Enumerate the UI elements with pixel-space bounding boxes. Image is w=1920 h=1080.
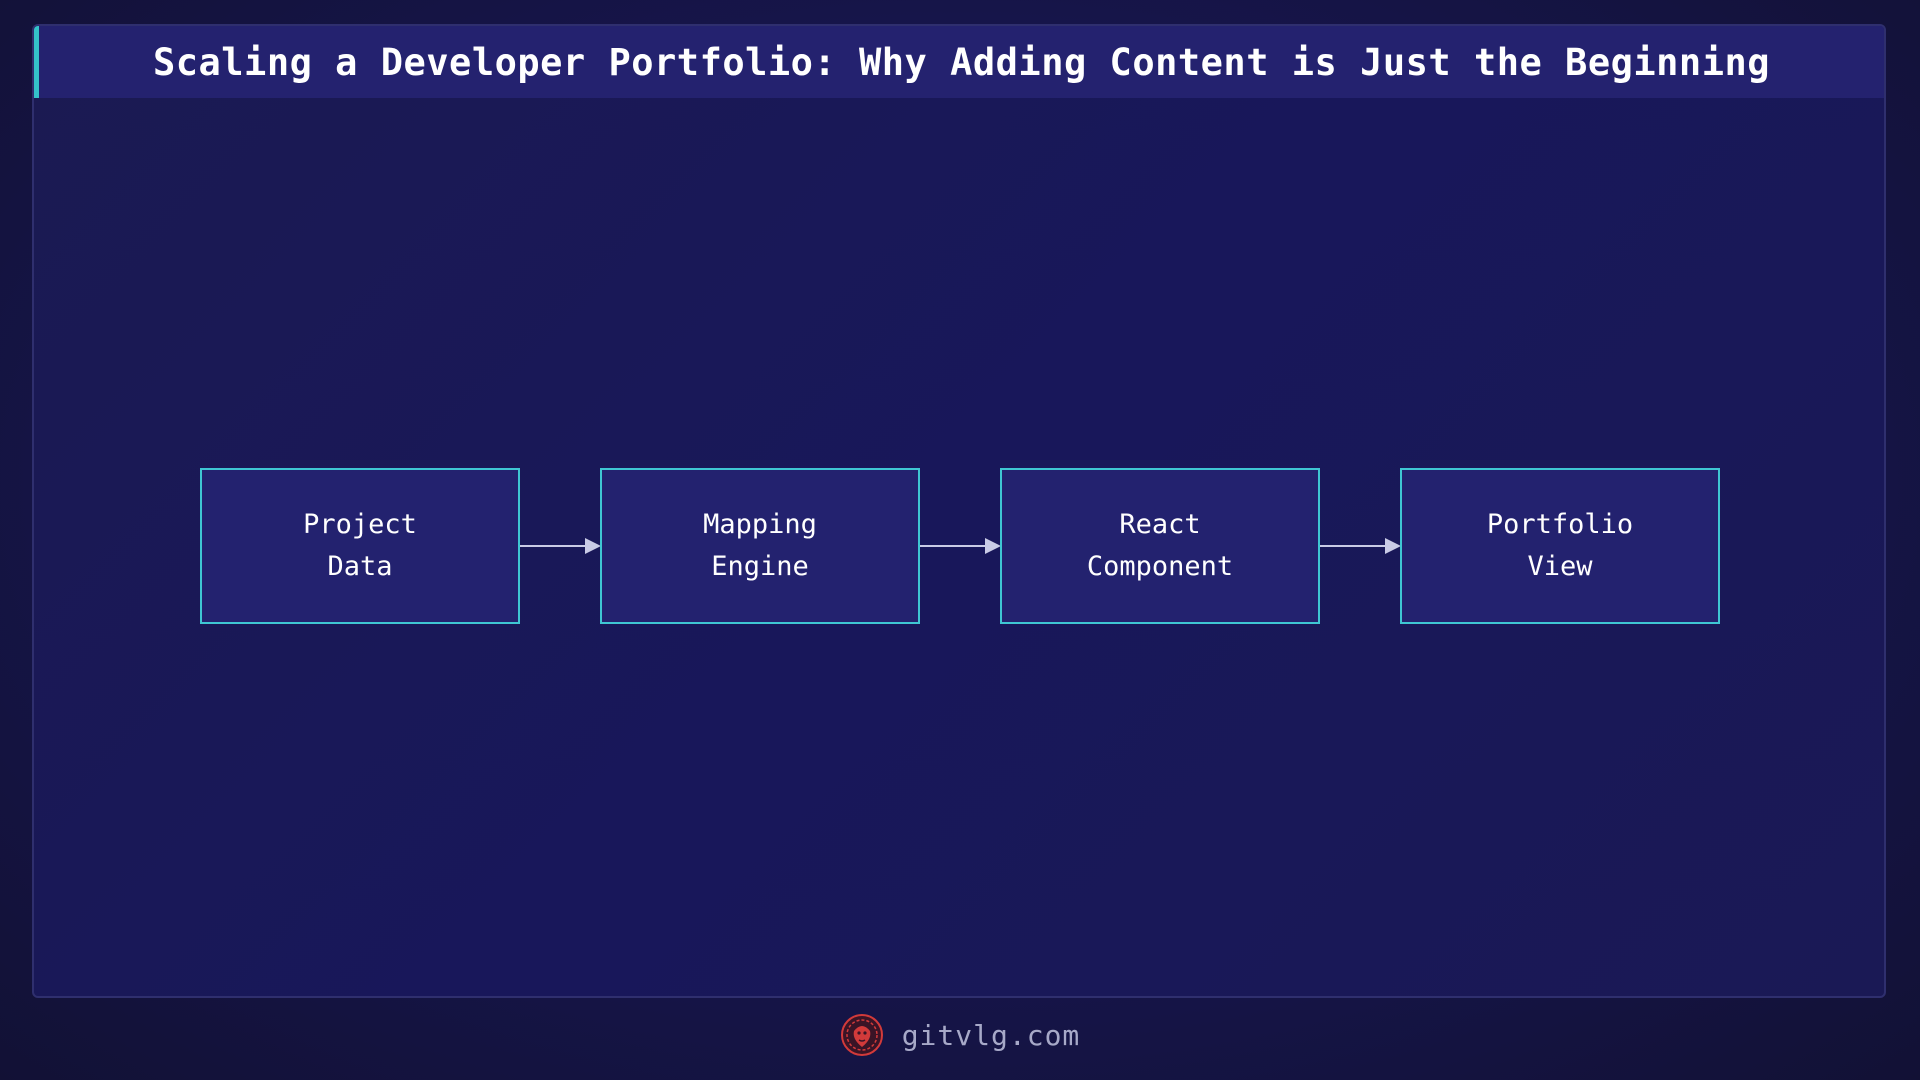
node-label: React Component [1086, 509, 1234, 582]
page: Scaling a Developer Portfolio: Why Addin… [0, 0, 1920, 1080]
node-mapping-engine[interactable]: Mapping Engine [600, 468, 920, 624]
node-label: Mapping Engine [703, 509, 817, 582]
node-label: Project Data [303, 509, 417, 582]
site-url[interactable]: gitvlg.com [902, 1019, 1081, 1052]
title-bar: Scaling a Developer Portfolio: Why Addin… [34, 26, 1884, 98]
node-project-data[interactable]: Project Data [200, 468, 520, 624]
footer: gitvlg.com [0, 1010, 1920, 1060]
page-title: Scaling a Developer Portfolio: Why Addin… [152, 40, 1771, 84]
node-portfolio-view[interactable]: Portfolio View [1400, 468, 1720, 624]
node-react-component[interactable]: React Component [1000, 468, 1320, 624]
node-label: Portfolio View [1486, 509, 1634, 582]
lion-logo-icon[interactable] [840, 1013, 884, 1057]
